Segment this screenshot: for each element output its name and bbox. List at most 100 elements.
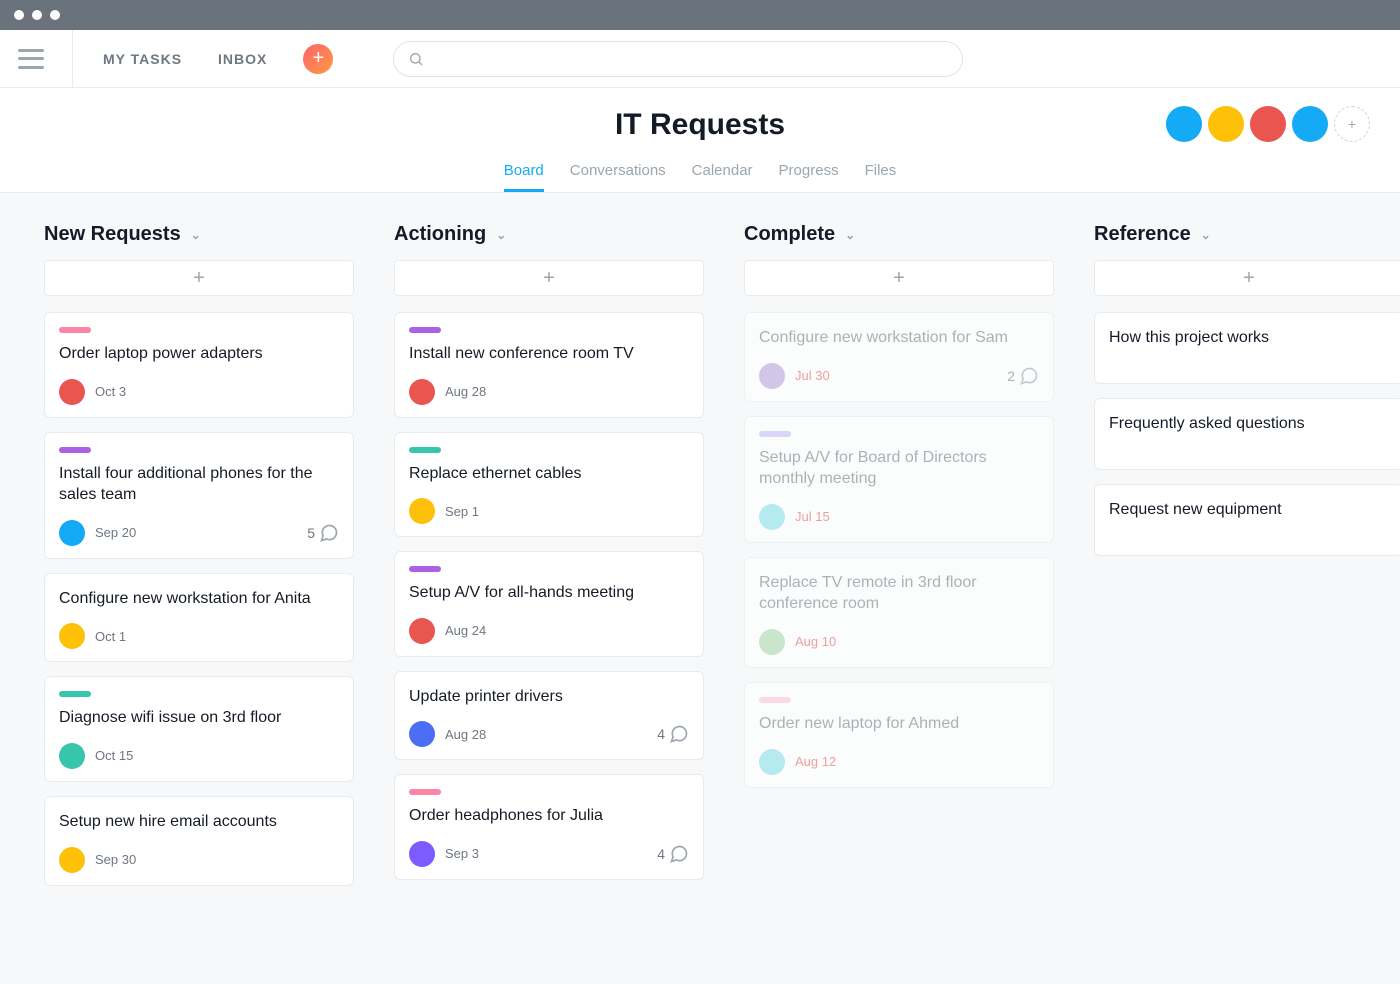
member-avatar[interactable] [1208,106,1244,142]
column-title: New Requests [44,223,181,246]
card-footer: Sep 34 [409,841,689,867]
task-card[interactable]: Configure new workstation for Sam Jul 302 [744,312,1054,402]
card-footer: Oct 3 [59,379,339,405]
task-card[interactable]: Setup A/V for Board of Directors monthly… [744,416,1054,543]
card-title: Configure new workstation for Anita [59,588,339,610]
card-tag [59,327,91,333]
board: New Requests ⌄ + Order laptop power adapter… [0,193,1400,930]
tab-board[interactable]: Board [504,162,544,192]
assignee-avatar[interactable] [759,629,785,655]
assignee-avatar[interactable] [409,841,435,867]
window-dot [32,10,42,20]
assignee-avatar[interactable] [409,618,435,644]
member-avatar[interactable] [1166,106,1202,142]
tab-conversations[interactable]: Conversations [570,162,666,192]
card-title: Order headphones for Julia [409,805,689,827]
column-header[interactable]: New Requests ⌄ [44,223,354,246]
task-card[interactable]: Configure new workstation for Anita Oct 1 [44,573,354,663]
assignee-avatar[interactable] [409,379,435,405]
comment-icon [1019,366,1039,386]
assignee-avatar[interactable] [59,743,85,769]
task-card[interactable]: Replace TV remote in 3rd floor conferenc… [744,557,1054,668]
card-tag [759,431,791,437]
assignee-avatar[interactable] [409,498,435,524]
assignee-avatar[interactable] [59,847,85,873]
comment-number: 2 [1007,368,1015,384]
card-footer: Jul 302 [759,363,1039,389]
column-header[interactable]: Complete⌄ [744,223,1054,246]
column-header[interactable]: Reference⌄ [1094,223,1400,246]
card-footer: Sep 20 5 [59,520,339,546]
card-footer: Aug 28 [409,379,689,405]
project-header: IT Requests + BoardConversationsCalendar… [0,88,1400,193]
comment-number: 4 [657,726,665,742]
comment-count[interactable]: 2 [1007,366,1039,386]
assignee-avatar[interactable] [59,379,85,405]
member-avatar[interactable] [1250,106,1286,142]
card-tag [59,447,91,453]
tab-calendar[interactable]: Calendar [692,162,753,192]
column-header[interactable]: Actioning⌄ [394,223,704,246]
task-card[interactable]: Install new conference room TV Aug 28 [394,312,704,418]
task-card[interactable]: Setup new hire email accountsSep 30 [44,796,354,886]
comment-number: 4 [657,846,665,862]
task-card[interactable]: Update printer driversAug 284 [394,671,704,761]
due-date: Aug 28 [445,727,486,742]
column: Actioning⌄ + Install new conference room T… [394,223,704,900]
menu-icon[interactable] [18,49,44,69]
search-input[interactable] [432,51,948,67]
card-tag [59,691,91,697]
add-card-button[interactable]: + [1094,260,1400,296]
card-footer: Oct 15 [59,743,339,769]
comment-count[interactable]: 4 [657,844,689,864]
card-footer: Aug 10 [759,629,1039,655]
tab-progress[interactable]: Progress [779,162,839,192]
assignee-avatar[interactable] [759,749,785,775]
card-title: Install new conference room TV [409,343,689,365]
assignee-avatar[interactable] [759,363,785,389]
card-tag [409,447,441,453]
task-card[interactable]: Replace ethernet cablesSep 1 [394,432,704,538]
assignee-avatar[interactable] [759,504,785,530]
task-card[interactable]: Setup A/V for all-hands meetingAug 24 [394,551,704,657]
column: Reference⌄ + How this project works Frequen… [1094,223,1400,900]
member-avatar[interactable] [1292,106,1328,142]
add-card-button[interactable]: + [44,260,354,296]
task-card[interactable]: Order new laptop for AhmedAug 12 [744,682,1054,788]
comment-icon [669,844,689,864]
task-card[interactable]: Frequently asked questions [1094,398,1400,470]
divider [72,30,73,88]
chevron-down-icon: ⌄ [845,228,855,242]
add-card-button[interactable]: + [744,260,1054,296]
add-member-button[interactable]: + [1334,106,1370,142]
chevron-down-icon: ⌄ [191,228,201,242]
assignee-avatar[interactable] [59,623,85,649]
card-title: Setup A/V for Board of Directors monthly… [759,447,1039,490]
due-date: Sep 20 [95,525,136,540]
task-card[interactable]: Order laptop power adapters Oct 3 [44,312,354,418]
due-date: Oct 1 [95,629,126,644]
task-card[interactable]: Install four additional phones for the s… [44,432,354,559]
card-title: Configure new workstation for Sam [759,327,1039,349]
search-bar[interactable] [393,41,963,77]
assignee-avatar[interactable] [59,520,85,546]
top-nav: MY TASKS INBOX + [0,30,1400,88]
nav-my-tasks[interactable]: MY TASKS [103,51,182,67]
column-title: Reference [1094,223,1191,246]
comment-count[interactable]: 4 [657,724,689,744]
due-date: Aug 28 [445,384,486,399]
task-card[interactable]: Request new equipment [1094,484,1400,556]
add-card-button[interactable]: + [394,260,704,296]
tab-files[interactable]: Files [865,162,897,192]
nav-inbox[interactable]: INBOX [218,51,267,67]
assignee-avatar[interactable] [409,721,435,747]
card-tag [409,566,441,572]
task-card[interactable]: Diagnose wifi issue on 3rd floorOct 15 [44,676,354,782]
card-title: Order laptop power adapters [59,343,339,365]
task-card[interactable]: How this project works [1094,312,1400,384]
window-dot [14,10,24,20]
global-add-button[interactable]: + [303,44,333,74]
card-title: Replace TV remote in 3rd floor conferenc… [759,572,1039,615]
comment-count[interactable]: 5 [307,523,339,543]
task-card[interactable]: Order headphones for Julia Sep 34 [394,774,704,880]
